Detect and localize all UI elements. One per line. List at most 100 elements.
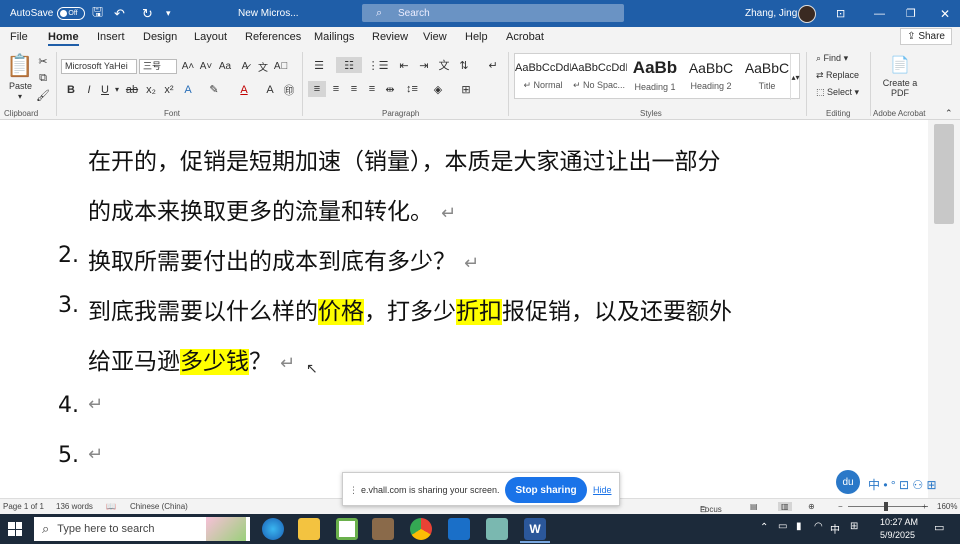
style-no-spacing[interactable]: AaBbCcDdI ↵ No Spac...: [571, 54, 627, 100]
phonetic-guide-icon[interactable]: 文: [256, 59, 270, 74]
edge-icon[interactable]: [262, 518, 284, 540]
ime-mode-icon[interactable]: 中 • ° ⊡ ⚇ ⊞: [868, 476, 937, 493]
vertical-scrollbar[interactable]: [928, 120, 960, 498]
character-border-icon[interactable]: A⃞: [274, 59, 288, 74]
create-pdf-button[interactable]: Create a PDF: [878, 78, 922, 98]
tab-help[interactable]: Help: [465, 31, 488, 43]
page-count[interactable]: Page 1 of 1: [3, 502, 44, 511]
superscript-icon[interactable]: x²: [162, 82, 176, 97]
paste-icon[interactable]: 📋: [6, 52, 34, 80]
print-layout-icon[interactable]: ▥: [778, 502, 792, 511]
line-spacing-icon[interactable]: ↕≡: [402, 81, 422, 97]
underline-icon[interactable]: U: [98, 82, 112, 97]
web-layout-icon[interactable]: ⊕: [808, 502, 815, 511]
close-icon[interactable]: ✕: [940, 0, 950, 27]
tab-review[interactable]: Review: [372, 31, 408, 43]
paste-dropdown-icon[interactable]: ▾: [18, 92, 22, 101]
ribbon-display-options-icon[interactable]: ⊡: [836, 0, 845, 27]
zoom-out-icon[interactable]: −: [838, 502, 843, 511]
paste-label[interactable]: Paste: [9, 81, 32, 91]
restore-icon[interactable]: ❐: [906, 0, 916, 27]
character-shading-icon[interactable]: A: [264, 82, 276, 97]
minimize-icon[interactable]: —: [874, 0, 885, 27]
word-icon[interactable]: W: [524, 518, 546, 540]
tab-references[interactable]: References: [245, 31, 301, 43]
numbering-icon[interactable]: ☷: [336, 57, 362, 73]
word-count[interactable]: 136 words: [56, 502, 93, 511]
show-paragraph-marks-icon[interactable]: ↵: [486, 57, 500, 73]
outlook-icon[interactable]: [448, 518, 470, 540]
font-size-select[interactable]: 三号: [139, 59, 177, 74]
bullets-icon[interactable]: ☰: [308, 57, 330, 73]
microsoft-store-icon[interactable]: [336, 518, 358, 540]
style-heading-1[interactable]: AaBb Heading 1: [627, 54, 683, 100]
drag-handle-icon[interactable]: ⋮: [349, 485, 358, 496]
align-center-icon[interactable]: ≡: [328, 81, 344, 97]
network-icon[interactable]: ▭: [778, 521, 787, 532]
user-name[interactable]: Zhang, Jing: [745, 0, 797, 27]
scroll-thumb[interactable]: [934, 124, 954, 224]
styles-scroll-icon[interactable]: ▴▾: [790, 54, 800, 100]
style-title[interactable]: AaBbC Title: [739, 54, 795, 100]
underline-dropdown-icon[interactable]: ▾: [112, 82, 122, 97]
clock-time[interactable]: 10:27 AM: [880, 517, 918, 527]
tab-view[interactable]: View: [423, 31, 447, 43]
clear-formatting-icon[interactable]: A̷: [238, 59, 252, 74]
italic-icon[interactable]: I: [82, 82, 96, 97]
clock-date[interactable]: 5/9/2025: [880, 530, 915, 540]
ime-toolbar[interactable]: du 中 • ° ⊡ ⚇ ⊞: [836, 470, 960, 498]
strikethrough-icon[interactable]: ab: [124, 82, 140, 97]
taskbar-search-box[interactable]: ⌕ Type here to search: [34, 517, 250, 541]
text-effects-icon[interactable]: A: [180, 82, 196, 97]
style-normal[interactable]: AaBbCcDdI ↵ Normal: [515, 54, 571, 100]
hide-button[interactable]: Hide: [593, 485, 612, 495]
start-windows-icon[interactable]: [8, 522, 22, 536]
subscript-icon[interactable]: x₂: [144, 82, 158, 97]
shading-icon[interactable]: ◈: [428, 81, 448, 97]
zoom-in-icon[interactable]: +: [922, 502, 927, 511]
tab-mailings[interactable]: Mailings: [314, 31, 354, 43]
shrink-font-icon[interactable]: A˅: [198, 59, 214, 74]
collapse-ribbon-icon[interactable]: ⌃: [945, 108, 953, 119]
chinese-layout-icon[interactable]: 文: [436, 57, 452, 73]
format-painter-icon[interactable]: 🖌: [36, 88, 50, 102]
stop-sharing-button[interactable]: Stop sharing: [505, 477, 587, 503]
share-button[interactable]: ⇪ Share: [900, 28, 952, 45]
replace-button[interactable]: ⇄ Replace: [816, 70, 859, 81]
tab-design[interactable]: Design: [143, 31, 177, 43]
create-pdf-icon[interactable]: 📄: [890, 54, 910, 76]
language-indicator[interactable]: Chinese (China): [130, 502, 188, 511]
tab-home[interactable]: Home: [48, 31, 79, 46]
tab-insert[interactable]: Insert: [97, 31, 125, 43]
app-icon[interactable]: [486, 518, 508, 540]
tab-acrobat[interactable]: Acrobat: [506, 31, 544, 43]
align-right-icon[interactable]: ≡: [346, 81, 362, 97]
redo-icon[interactable]: ↻: [142, 0, 153, 27]
styles-gallery[interactable]: AaBbCcDdI ↵ Normal AaBbCcDdI ↵ No Spac..…: [514, 53, 800, 100]
show-hidden-icons-icon[interactable]: ⌃: [760, 522, 768, 533]
zoom-slider-thumb[interactable]: [884, 502, 888, 511]
battery-icon[interactable]: ▮: [796, 521, 802, 532]
user-avatar[interactable]: [798, 0, 816, 27]
tab-layout[interactable]: Layout: [194, 31, 227, 43]
font-name-select[interactable]: Microsoft YaHei: [61, 59, 137, 74]
borders-icon[interactable]: ⊞: [456, 81, 476, 97]
select-button[interactable]: ⬚ Select ▾: [816, 87, 859, 98]
file-explorer-icon[interactable]: [298, 518, 320, 540]
justify-icon[interactable]: ≡: [364, 81, 380, 97]
find-button[interactable]: ⌕ Find ▾: [816, 53, 848, 64]
wifi-icon[interactable]: ◠: [814, 521, 823, 532]
highlight-color-icon[interactable]: ✎: [206, 82, 222, 97]
cut-icon[interactable]: ✂: [36, 54, 50, 68]
multilevel-list-icon[interactable]: ⋮☰: [366, 57, 390, 73]
enclose-characters-icon[interactable]: ㊞: [282, 82, 296, 97]
distributed-icon[interactable]: ⇹: [382, 81, 398, 97]
app-icon[interactable]: [372, 518, 394, 540]
sort-icon[interactable]: ⇅: [456, 57, 472, 73]
copy-icon[interactable]: ⧉: [36, 71, 50, 85]
tab-file[interactable]: File: [10, 31, 28, 43]
align-left-icon[interactable]: ≡: [308, 81, 326, 97]
increase-indent-icon[interactable]: ⇥: [416, 57, 432, 73]
chrome-icon[interactable]: [410, 518, 432, 540]
undo-icon[interactable]: ↶: [114, 0, 125, 27]
